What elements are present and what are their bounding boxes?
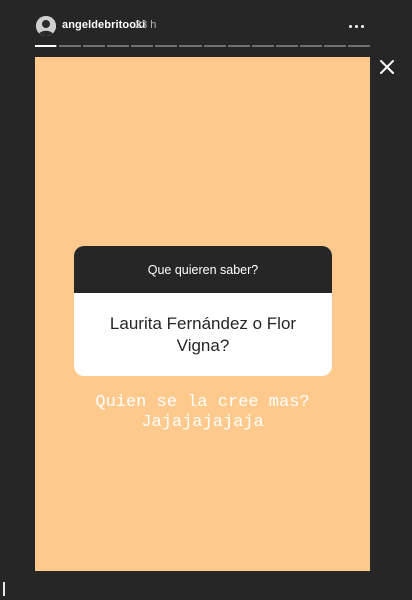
progress-segment (83, 45, 106, 47)
close-icon (380, 60, 394, 74)
progress-segment-fill (35, 45, 56, 47)
story-content[interactable]: Que quieren saber? Laurita Fernández o F… (35, 57, 370, 571)
user-avatar[interactable] (36, 16, 56, 36)
close-button[interactable] (376, 56, 398, 78)
progress-segment (203, 45, 226, 47)
progress-segment (179, 45, 202, 47)
story-viewer: angeldebritooki 23 h Que quieren saber? … (0, 0, 412, 600)
progress-segment (59, 45, 82, 47)
progress-segment (107, 45, 130, 47)
more-horizontal-icon (348, 24, 352, 28)
progress-segment (35, 45, 58, 47)
progress-segment (227, 45, 250, 47)
story-progress-bar (35, 45, 371, 47)
avatar-image (36, 16, 56, 36)
progress-segment (155, 45, 178, 47)
progress-segment (131, 45, 154, 47)
more-horizontal-icon (360, 24, 364, 28)
scroll-indicator (3, 582, 5, 596)
question-sticker[interactable]: Que quieren saber? Laurita Fernández o F… (74, 246, 332, 376)
story-header: angeldebritooki 23 h (34, 14, 372, 40)
username[interactable]: angeldebritooki (62, 19, 145, 31)
progress-segment (275, 45, 298, 47)
more-options-button[interactable] (344, 19, 368, 33)
question-prompt: Que quieren saber? (74, 246, 332, 293)
story-caption: Quien se la cree mas? Jajajajajaja (35, 393, 370, 433)
question-answer: Laurita Fernández o Flor Vigna? (109, 313, 297, 355)
caption-line: Quien se la cree mas? (95, 393, 310, 412)
story-timestamp: 23 h (135, 19, 157, 31)
progress-segment (251, 45, 274, 47)
progress-segment (299, 45, 322, 47)
progress-segment (323, 45, 347, 47)
more-horizontal-icon (354, 24, 358, 28)
progress-segment (348, 45, 371, 47)
caption-line: Jajajajajaja (141, 413, 264, 432)
